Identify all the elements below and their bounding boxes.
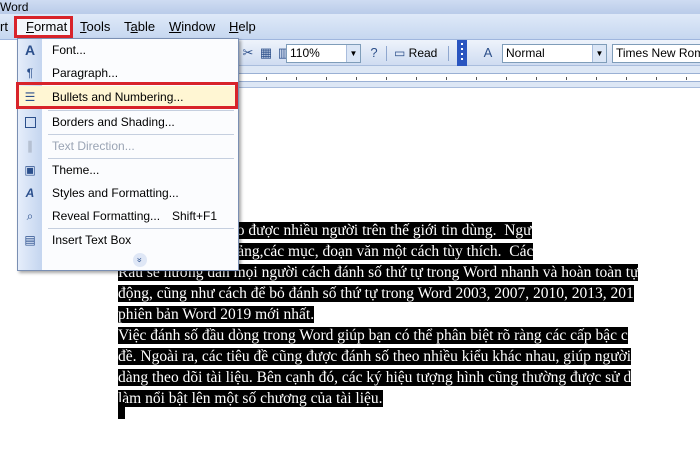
menu-item-shortcut: Shift+F1 xyxy=(172,209,218,223)
selected-text: dàng theo dõi tài liệu. Bên cạnh đó, các… xyxy=(118,369,632,386)
document-line[interactable]: dàng theo dõi tài liệu. Bên cạnh đó, các… xyxy=(118,367,700,388)
menu-tools-rest: ools xyxy=(86,19,111,34)
read-icon: ▭ xyxy=(394,46,409,60)
table-icon[interactable]: ▦ xyxy=(258,45,274,61)
ruler-tick xyxy=(476,77,477,80)
toolbar-grip-handle[interactable] xyxy=(457,40,467,66)
menu-item-label: Insert Text Box xyxy=(52,233,132,247)
menu-window-accel: W xyxy=(169,19,182,34)
ruler-track xyxy=(236,73,700,82)
menu-item-label: Reveal Formatting... xyxy=(52,209,161,223)
ruler-tick xyxy=(446,77,447,80)
style-combo[interactable]: Normal ▼ xyxy=(502,44,607,63)
help-icon[interactable]: ? xyxy=(366,45,382,61)
document-line[interactable]: động, cũng như cách để bỏ đánh số thứ tự… xyxy=(118,283,700,304)
ruler-tick xyxy=(626,77,627,80)
reveal-formatting-icon: ⌕ xyxy=(26,209,34,223)
ruler-tick xyxy=(596,77,597,80)
menu-item-styles-formatting[interactable]: A Styles and Formatting... xyxy=(18,182,238,205)
menu-item-reveal-formatting[interactable]: ⌕ Reveal Formatting... Shift+F1 xyxy=(18,205,238,228)
bullets-numbering-highlight xyxy=(16,82,238,109)
ruler-tick xyxy=(296,77,297,80)
menu-help[interactable]: Help xyxy=(229,19,256,35)
menu-bar: rt Format Tools Table Window Help xyxy=(0,14,700,40)
menu-help-accel: H xyxy=(229,19,239,34)
font-icon: A xyxy=(24,42,36,58)
cut-icon[interactable]: ✂ xyxy=(240,45,256,61)
toolbar-separator-3 xyxy=(448,46,449,61)
selected-text: làm nổi bật lên một số chương của tài li… xyxy=(118,390,383,407)
ruler-tick xyxy=(536,77,537,80)
read-button[interactable]: ▭ Read xyxy=(394,44,437,63)
ruler-tick xyxy=(506,77,507,80)
selected-text: động, cũng như cách để bỏ đánh số thứ tự… xyxy=(118,285,634,302)
menu-table-accel: a xyxy=(130,19,138,34)
title-bar: Word xyxy=(0,0,700,14)
document-line[interactable]: Việc đánh số đầu dòng trong Word giúp bạ… xyxy=(118,325,700,346)
selected-text: đề. Ngoài ra, các tiêu đề cũng được đánh… xyxy=(118,348,632,365)
document-line[interactable]: làm nổi bật lên một số chương của tài li… xyxy=(118,388,700,409)
text-cursor xyxy=(118,402,125,419)
ruler-tick xyxy=(386,77,387,80)
read-label: Read xyxy=(408,46,438,60)
ruler-tick xyxy=(416,77,417,80)
window-title: Word xyxy=(0,0,29,14)
menu-insert[interactable]: rt xyxy=(0,19,8,35)
ruler-tick xyxy=(356,77,357,80)
ruler-tick xyxy=(656,77,657,80)
chevron-down-icon[interactable]: ▼ xyxy=(592,45,606,62)
text-box-icon: ▤ xyxy=(24,233,36,247)
horizontal-ruler[interactable] xyxy=(236,66,700,88)
menu-item-font[interactable]: A Font... xyxy=(18,39,238,62)
menu-item-insert-text-box[interactable]: ▤ Insert Text Box xyxy=(18,229,238,252)
menu-item-label: Styles and Formatting... xyxy=(52,186,179,200)
styles-icon: A xyxy=(25,186,35,200)
chevron-down-icon[interactable]: ▼ xyxy=(346,45,360,62)
styles-pane-icon[interactable]: A xyxy=(480,45,496,61)
menu-help-rest: elp xyxy=(238,19,256,34)
menu-window-rest: indow xyxy=(181,19,216,34)
menu-format-label[interactable]: Format xyxy=(26,19,67,35)
menu-tools[interactable]: Tools xyxy=(80,19,110,35)
borders-icon xyxy=(22,114,38,131)
ruler-tick xyxy=(266,77,267,80)
word-window: Word rt Format Tools Table Window Help F… xyxy=(0,0,700,456)
font-combo[interactable]: Times New Rom xyxy=(612,44,700,63)
menu-item-label: Font... xyxy=(52,43,87,57)
menu-window[interactable]: Window xyxy=(169,19,215,35)
menu-table[interactable]: Table xyxy=(124,19,155,35)
format-dropdown-menu: A Font... ¶ Paragraph... ☰ Bullets and N… xyxy=(17,38,239,271)
zoom-value: 110% xyxy=(290,46,320,60)
font-value: Times New Rom xyxy=(616,46,700,60)
chevron-double-down-icon[interactable]: » xyxy=(133,253,147,267)
menu-format-accel-top: F xyxy=(26,19,34,34)
document-line[interactable]: đề. Ngoài ra, các tiêu đề cũng được đánh… xyxy=(118,346,700,367)
paragraph-icon: ¶ xyxy=(26,66,34,80)
menu-format-rest-top: ormat xyxy=(33,19,68,34)
formatting-toolbar: ✂ ▦ ▥ ✎ ▤ ¶ 110% ▼ ? A Normal ▼ Times Ne… xyxy=(236,40,700,66)
toolbar-separator-2 xyxy=(386,46,387,61)
text-direction-icon: ∥ xyxy=(27,139,33,153)
style-value: Normal xyxy=(506,46,545,60)
menu-item-label: Borders and Shading... xyxy=(52,115,175,129)
menu-item-label: Text Direction... xyxy=(52,139,135,153)
ruler-tick xyxy=(566,77,567,80)
document-line[interactable]: phiên bản Word 2019 mới nhất. xyxy=(118,304,700,325)
theme-icon: ▣ xyxy=(24,163,36,177)
ruler-tick xyxy=(326,77,327,80)
menu-item-theme[interactable]: ▣ Theme... xyxy=(18,159,238,182)
ruler-tick xyxy=(686,77,687,80)
menu-item-label: Theme... xyxy=(52,163,100,177)
selected-text: Việc đánh số đầu dòng trong Word giúp bạ… xyxy=(118,327,628,344)
menu-item-text-direction[interactable]: ∥ Text Direction... xyxy=(18,135,238,158)
menu-item-borders-shading[interactable]: Borders and Shading... xyxy=(18,111,238,134)
selected-text: phiên bản Word 2019 mới nhất. xyxy=(118,306,315,323)
zoom-combo[interactable]: 110% ▼ xyxy=(286,44,361,63)
menu-table-rest: ble xyxy=(137,19,156,34)
